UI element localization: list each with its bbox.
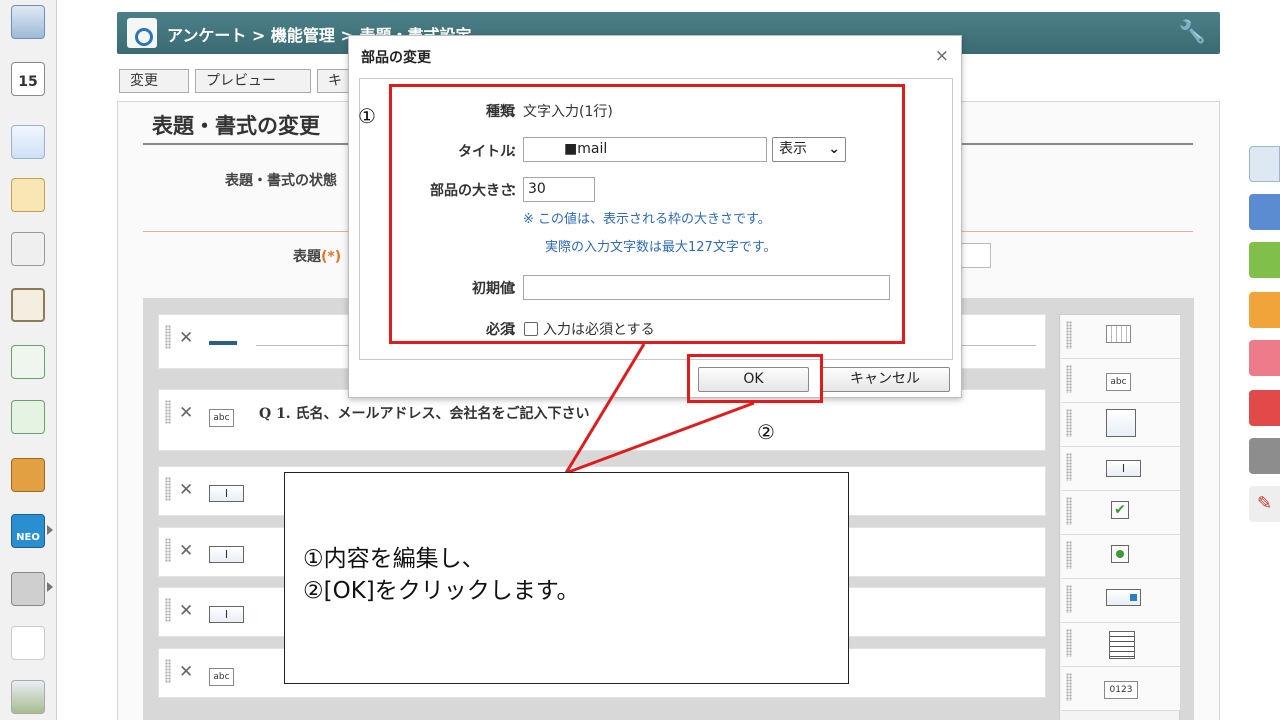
title-label: 表題(*) [293, 249, 342, 265]
delete-icon[interactable]: ✕ [179, 328, 193, 348]
side-tab-orange[interactable] [1249, 292, 1280, 328]
side-tab-gray[interactable] [1249, 438, 1280, 474]
neo-expand-icon[interactable] [47, 525, 53, 535]
cabinet-icon[interactable] [11, 458, 45, 492]
survey-icon[interactable] [11, 345, 45, 379]
palette-item-input[interactable]: I [1061, 447, 1180, 491]
checkbox-icon: ✔ [1111, 501, 1129, 519]
callout-line-1: ①内容を編集し、 [303, 546, 485, 572]
form-row[interactable]: ✕ abc Q 1. 氏名、メールアドレス、会社名をご記入下さい [158, 389, 1046, 451]
question-text: Q 1. 氏名、メールアドレス、会社名をご記入下さい [259, 406, 590, 422]
delete-icon[interactable]: ✕ [179, 480, 193, 500]
drag-handle[interactable] [165, 477, 171, 501]
drag-handle[interactable] [165, 325, 171, 349]
side-tab-pink[interactable] [1249, 340, 1280, 376]
bulletin-icon[interactable] [11, 232, 45, 266]
side-tab-blue[interactable] [1249, 194, 1280, 230]
folder-icon[interactable] [11, 572, 45, 606]
portal-icon[interactable] [11, 5, 45, 39]
marker-2: ② [757, 420, 775, 444]
neo-icon[interactable]: NEO [11, 514, 45, 548]
drag-handle[interactable] [165, 400, 171, 424]
instruction-callout: ①内容を編集し、 ②[OK]をクリックします。 [284, 472, 849, 684]
drag-handle[interactable] [165, 598, 171, 622]
status-label: 表題・書式の状態 [225, 173, 337, 189]
palette-item-radio[interactable] [1061, 535, 1180, 579]
link-banner-icon[interactable] [11, 680, 45, 714]
input-part-icon: I [209, 482, 244, 502]
input-part-icon: I [209, 543, 244, 563]
app-sidebar: 15 NEO [0, 0, 57, 720]
line-part-icon [209, 330, 237, 349]
palette-item-checkbox[interactable]: ✔ [1061, 491, 1180, 535]
drag-handle[interactable] [165, 659, 171, 683]
palette-item-table[interactable] [1061, 315, 1180, 359]
close-icon[interactable]: × [935, 46, 949, 66]
list-icon [1109, 631, 1135, 659]
tab-change[interactable]: 変更 [119, 69, 189, 93]
palette-item-text[interactable]: abc [1061, 359, 1180, 403]
side-tab-red[interactable] [1249, 390, 1280, 426]
callout-text: ①内容を編集し、 ②[OK]をクリックします。 [303, 543, 579, 607]
highlight-form-area [389, 84, 905, 344]
palette-item-select[interactable] [1061, 579, 1180, 623]
required-mark: (*) [321, 249, 342, 265]
delete-icon[interactable]: ✕ [179, 601, 193, 621]
pencil-icon[interactable]: ✎ [1249, 486, 1280, 522]
wrench-icon[interactable]: 🔧 [1179, 20, 1206, 45]
highlight-ok-button [687, 354, 823, 403]
side-tab-user[interactable] [1249, 146, 1280, 182]
folder-expand-icon[interactable] [47, 582, 53, 592]
cancel-button[interactable]: キャンセル [820, 367, 950, 392]
drag-handle[interactable] [165, 538, 171, 562]
document-icon[interactable] [11, 288, 45, 322]
text-part-icon: abc [209, 405, 234, 427]
page-title: 表題・書式の変更 [152, 114, 320, 138]
marker-1: ① [358, 104, 376, 128]
callout-line-2: ②[OK]をクリックします。 [303, 578, 580, 604]
delete-icon[interactable]: ✕ [179, 541, 193, 561]
delete-icon[interactable]: ✕ [179, 662, 193, 682]
palette-item-list[interactable] [1061, 623, 1180, 667]
side-tab-green[interactable] [1249, 242, 1280, 278]
report-icon[interactable] [11, 125, 45, 159]
workflow-icon[interactable] [11, 400, 45, 434]
tab-preview[interactable]: プレビュー [195, 69, 311, 93]
memo-icon[interactable] [11, 178, 45, 212]
text-part-icon: abc [209, 664, 234, 686]
palette-item-textarea[interactable] [1061, 403, 1180, 447]
radio-icon [1111, 545, 1129, 563]
delete-icon[interactable]: ✕ [179, 403, 193, 423]
calendar-icon[interactable]: 15 [11, 62, 45, 96]
dialog-title: 部品の変更 [361, 50, 431, 66]
parts-palette: abc I ✔ 0123 [1059, 314, 1180, 720]
app-logo-icon[interactable] [11, 626, 45, 660]
survey-app-icon [127, 18, 157, 48]
palette-item-number[interactable]: 0123 [1061, 667, 1180, 711]
input-part-icon: I [209, 603, 244, 623]
